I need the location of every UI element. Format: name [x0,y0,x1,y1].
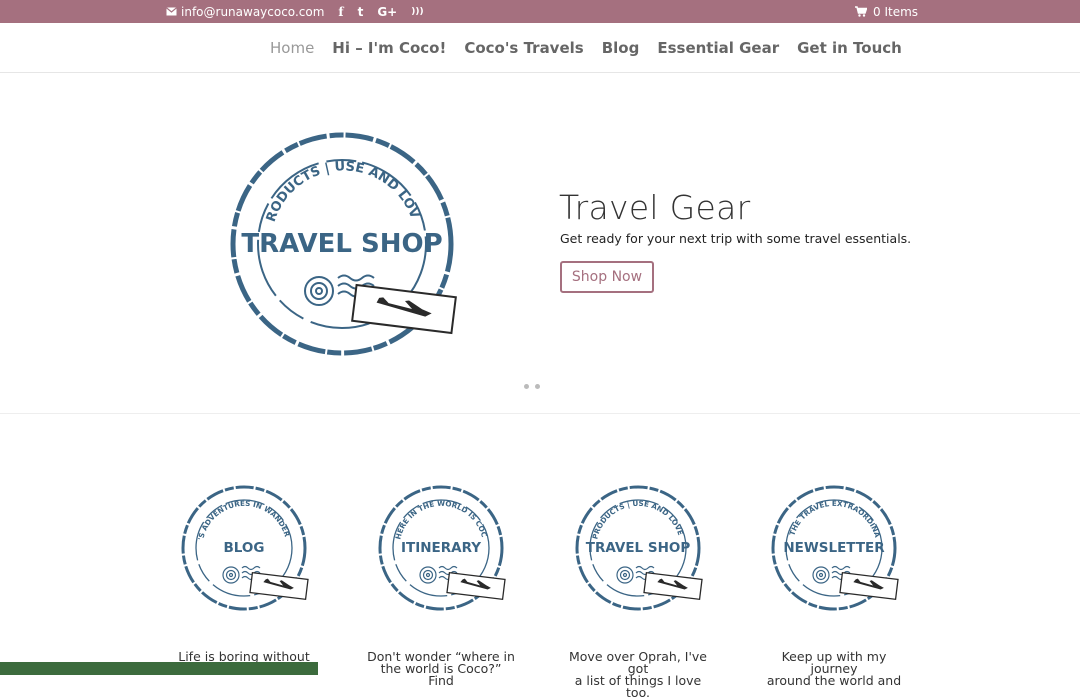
cart-link[interactable]: 0 Items [855,0,918,23]
feature-description: Don't wonder “where in the world is Coco?… [366,650,516,688]
contact-social: info@runawaycoco.com f t G+ ))) [166,0,424,23]
airplane-ticket-icon [446,571,506,601]
nav-item-travels[interactable]: Coco's Travels [464,39,583,57]
nav-item-contact[interactable]: Get in Touch [797,39,902,57]
feature-text-line: Move over Oprah, I've got [569,649,707,676]
slide-dot[interactable] [535,384,540,389]
bottom-bar [0,662,318,675]
feature-newsletter[interactable]: FOR THE TRAVEL EXTRAORDINAIRENEWSLETTER [764,483,904,613]
nav-item-about[interactable]: Hi – I'm Coco! [332,39,446,57]
facebook-icon[interactable]: f [338,5,343,19]
slide-description: Get ready for your next trip with some t… [560,231,912,246]
rss-icon[interactable]: ))) [411,7,423,17]
twitter-icon[interactable]: t [358,5,364,19]
feature-description: Keep up with my journey around the world … [759,649,909,688]
stamp-center-text: TRAVEL SHOP [241,229,442,259]
airplane-ticket-icon [643,571,703,601]
main-nav: Home Hi – I'm Coco! Coco's Travels Blog … [0,23,1080,73]
feature-travel-shop[interactable]: PRODUCTS | USE AND LOVE TRAVEL SHOP [568,483,708,613]
email-text: info@runawaycoco.com [181,4,325,19]
shop-now-button[interactable]: Shop Now [560,261,654,293]
airplane-ticket-icon [839,571,899,601]
slide-title: Travel Gear [559,188,751,227]
top-bar: info@runawaycoco.com f t G+ ))) 0 Items [0,0,1080,23]
cart-count: 0 Items [873,4,919,19]
feature-stamp: PRODUCTS | USE AND LOVETRAVEL SHOP [575,485,703,611]
feature-stamp: COCO'S ADVENTURES IN WANDERLANDBLOG [179,483,309,611]
travel-shop-stamp: PRODUCTS | USE AND LOVE TRAVEL SHOP [226,128,457,356]
feature-description: Move over Oprah, I've got a list of thing… [563,649,713,700]
feature-text-line: a list of things I love too. [574,673,702,700]
slider-pagination [524,384,540,389]
nav-item-gear[interactable]: Essential Gear [657,39,779,57]
feature-text-line: the world is Coco?” Find [380,661,502,688]
feature-center-text: BLOG [224,540,265,556]
feature-stamp: WHERE IN THE WORLD IS COCOITINERARY [376,483,506,611]
feature-itinerary[interactable]: WHERE IN THE WORLD IS COCOITINERARY [371,483,511,613]
feature-stamp: FOR THE TRAVEL EXTRAORDINAIRENEWSLETTER [769,483,899,611]
feature-text-line: Keep up with my journey [781,649,887,676]
email-link[interactable]: info@runawaycoco.com [166,5,324,19]
nav-item-home[interactable]: Home [270,39,314,57]
feature-blog[interactable]: COCO'S ADVENTURES IN WANDERLANDBLOG [174,483,314,613]
feature-center-text: ITINERARY [401,540,481,556]
google-plus-icon[interactable]: G+ [377,5,397,19]
feature-text-line: around the world and [766,673,902,688]
envelope-icon [166,7,177,16]
airplane-ticket-icon [249,571,309,601]
feature-arc-text: PRODUCTS | USE AND LOVE [590,499,685,540]
nav-item-blog[interactable]: Blog [602,39,640,57]
feature-center-text: NEWSLETTER [783,540,885,556]
feature-center-text: TRAVEL SHOP [586,540,691,556]
slide-dot[interactable] [524,384,529,389]
cart-icon [855,6,867,17]
hero-slider: PRODUCTS | USE AND LOVE TRAVEL SHOP Trav… [0,73,1080,414]
svg-text:PRODUCTS | USE AND LOVE: PRODUCTS | USE AND LOVE [590,499,685,540]
